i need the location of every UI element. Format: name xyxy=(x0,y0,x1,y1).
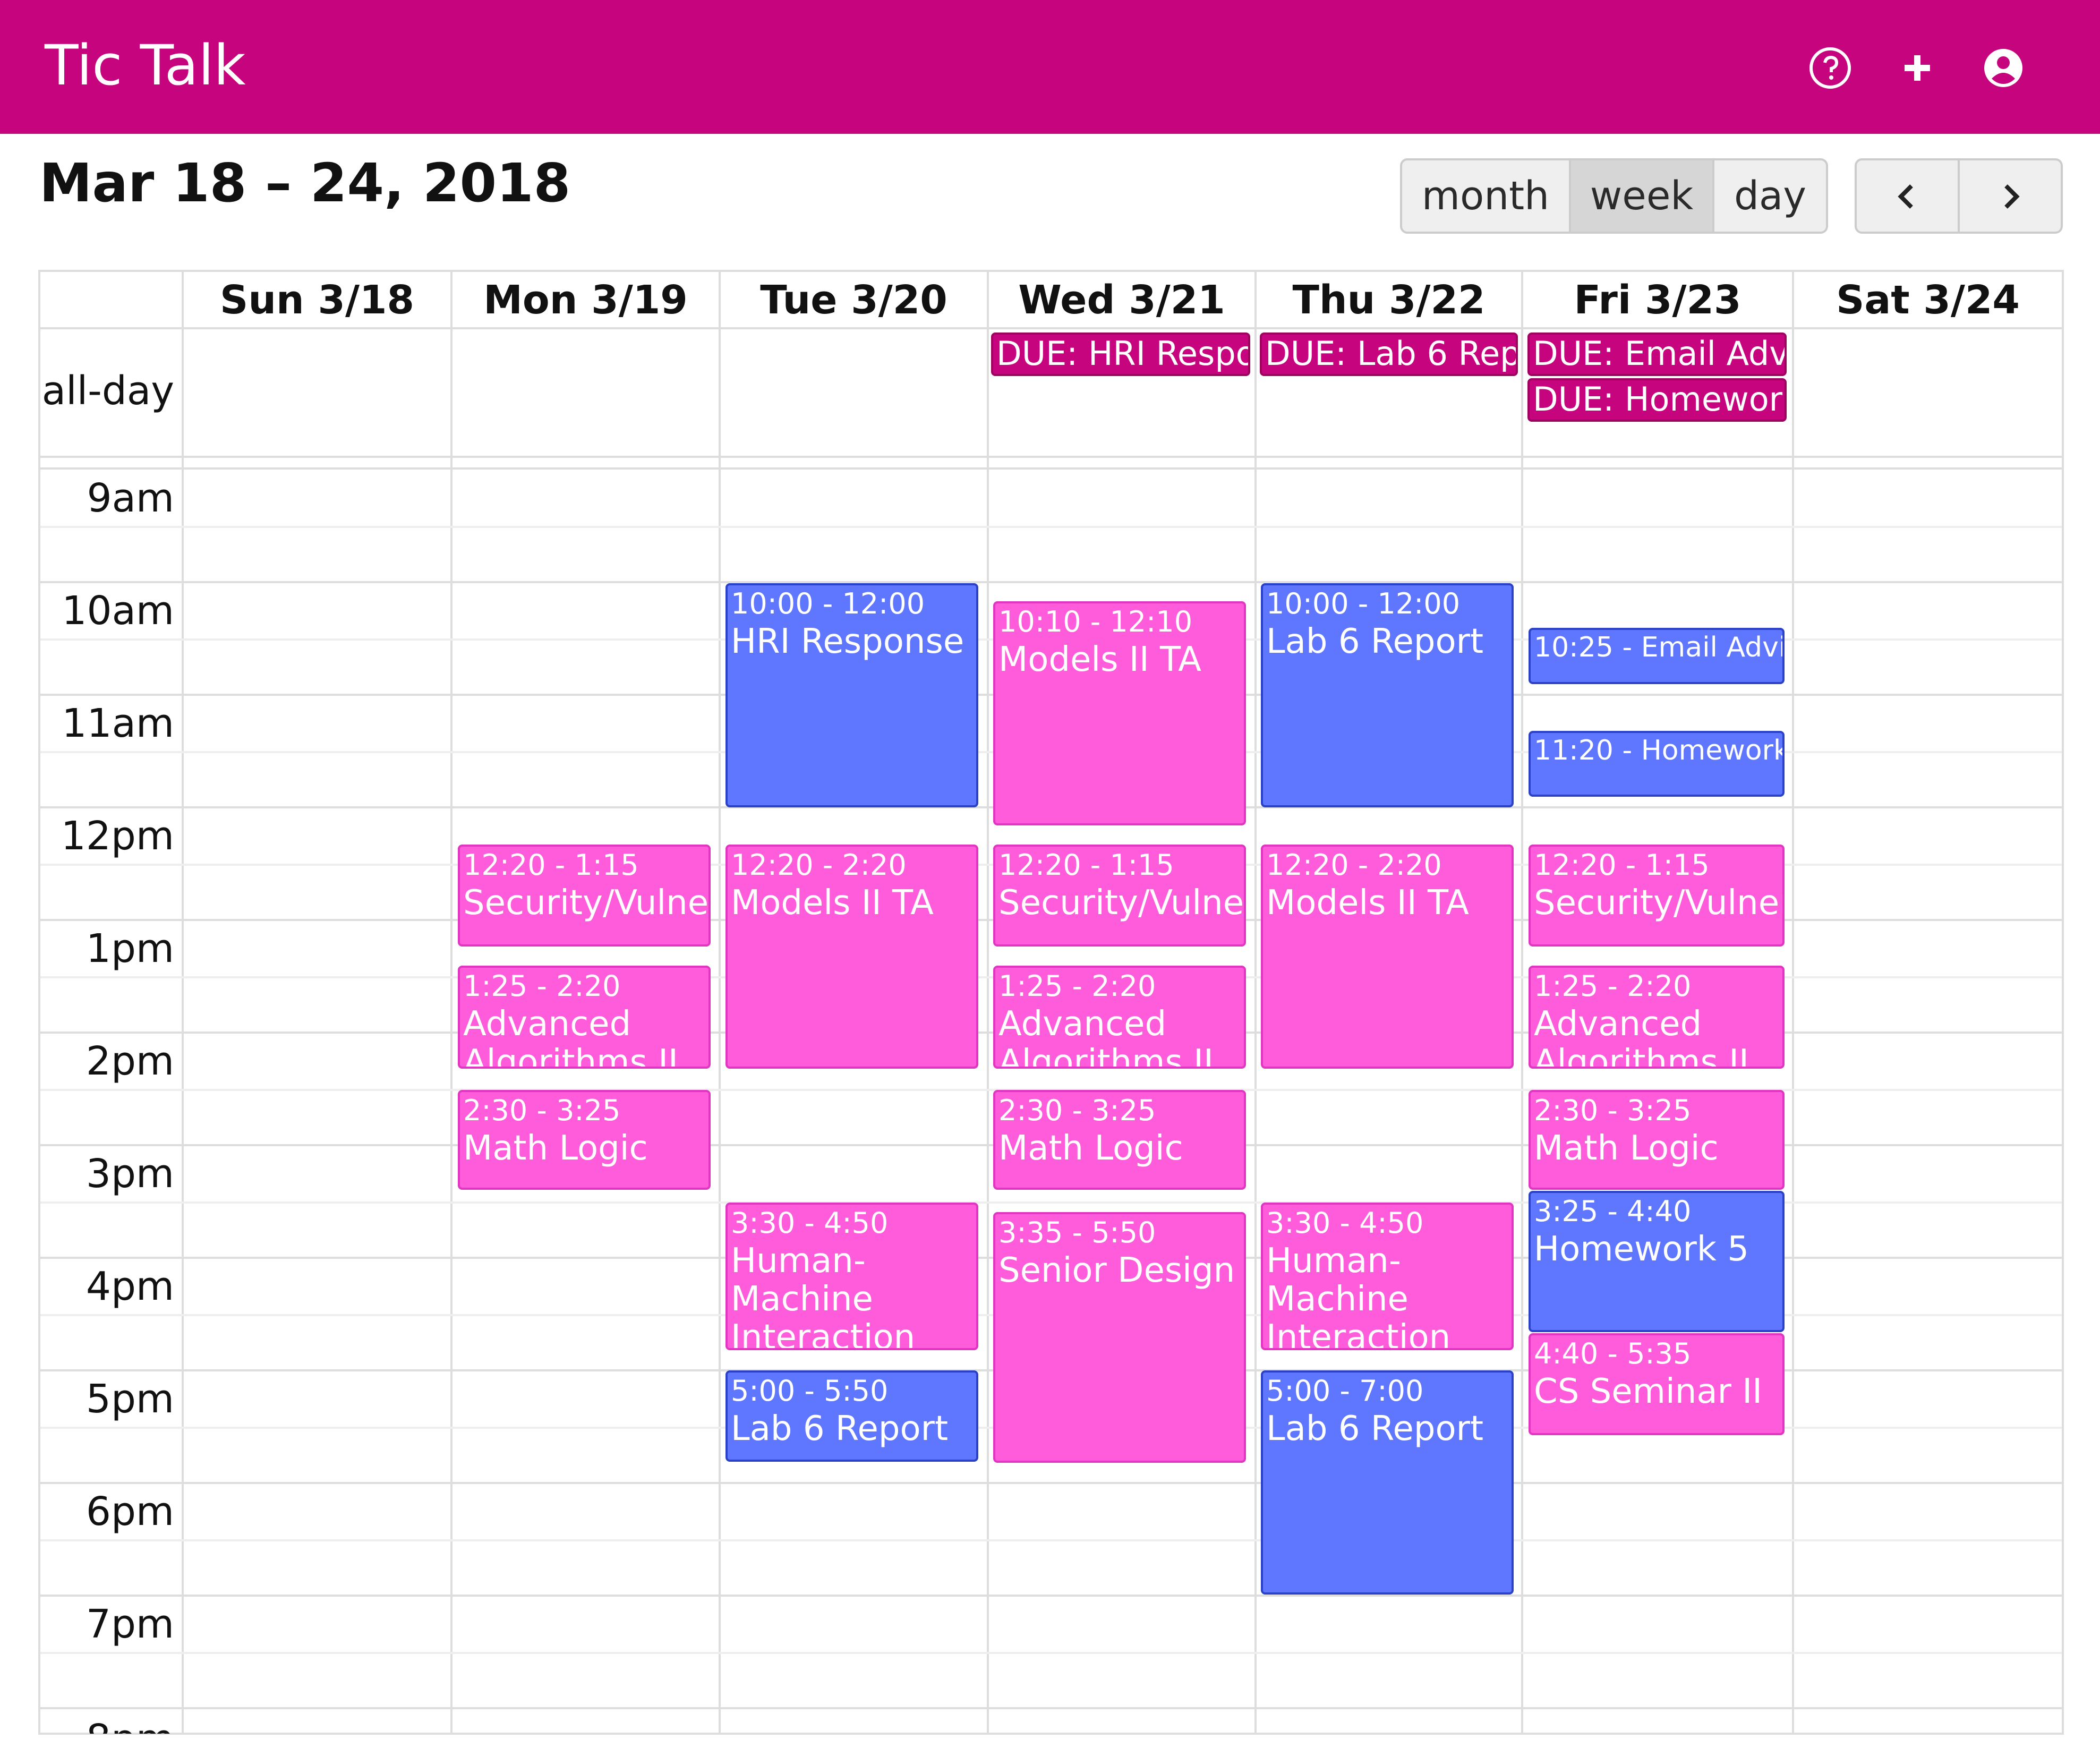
event-title: Models II TA xyxy=(731,883,934,923)
event-title: Lab 6 Report xyxy=(731,1409,949,1448)
event-title: Advanced Algorithms II xyxy=(998,1004,1214,1069)
time-label: 7pm xyxy=(86,1601,174,1647)
event-title: Math Logic xyxy=(1534,1129,1719,1168)
time-label: 11am xyxy=(62,701,174,746)
event-time: 12:20 - 1:15 xyxy=(998,848,1174,882)
all-day-event[interactable]: DUE: Email Advi xyxy=(1527,333,1787,376)
time-label: 12pm xyxy=(61,813,174,859)
event-time: 12:20 - 2:20 xyxy=(1266,848,1442,882)
calendar-event[interactable]: 10:00 - 12:00 HRI Response xyxy=(725,583,978,807)
event-time: 2:30 - 3:25 xyxy=(998,1094,1156,1127)
event-time: 10:00 - 12:00 xyxy=(1266,587,1461,620)
calendar-event[interactable]: 3:25 - 4:40 Homework 5 xyxy=(1529,1191,1785,1332)
calendar-event[interactable]: 5:00 - 7:00 Lab 6 Report xyxy=(1261,1370,1514,1595)
event-title: Models II TA xyxy=(998,640,1201,679)
calendar-event[interactable]: 2:30 - 3:25 Math Logic xyxy=(993,1090,1246,1190)
event-time: 10:00 - 12:00 xyxy=(731,587,925,620)
all-day-event[interactable]: DUE: HRI Respo xyxy=(991,333,1250,376)
event-time: 12:20 - 2:20 xyxy=(731,848,907,882)
event-title: Security/Vulnera xyxy=(998,883,1244,923)
event-title: Math Logic xyxy=(998,1129,1183,1168)
event-time: 2:30 - 3:25 xyxy=(1534,1094,1692,1127)
day-header-tue: Tue 3/20 xyxy=(760,277,947,323)
event-title: CS Seminar II xyxy=(1534,1372,1762,1411)
event-time: 3:30 - 4:50 xyxy=(1266,1206,1424,1240)
event-time: 10:25 - xyxy=(1534,632,1633,663)
event-title: Human-Machine Interaction xyxy=(1266,1241,1451,1350)
event-time: 3:30 - 4:50 xyxy=(731,1206,889,1240)
event-time: 4:40 - 5:35 xyxy=(1534,1337,1692,1370)
calendar-event[interactable]: 3:30 - 4:50 Human-Machine Interaction xyxy=(725,1203,978,1350)
time-label: 8pm xyxy=(40,1712,174,1734)
calendar-event[interactable]: 3:35 - 5:50 Senior Design II xyxy=(993,1212,1246,1463)
time-label: 1pm xyxy=(86,926,174,971)
event-time: 1:25 - 2:20 xyxy=(1534,969,1692,1003)
calendar-event[interactable]: 12:20 - 2:20 Models II TA xyxy=(1261,845,1514,1069)
event-time: 11:20 - xyxy=(1534,735,1633,766)
event-time-inline: 10:25 - Email Adviso xyxy=(1534,630,1782,665)
all-day-event[interactable]: DUE: Lab 6 Repo xyxy=(1260,333,1518,376)
event-title: Advanced Algorithms II xyxy=(1534,1004,1749,1069)
event-title: Lab 6 Report xyxy=(1266,622,1484,661)
time-label: 6pm xyxy=(86,1489,174,1535)
event-title: Security/Vulnera xyxy=(1534,883,1782,923)
calendar-app: Tic Talk Mar 18 – 24, 2018 month week da… xyxy=(0,0,2100,1756)
event-time: 3:35 - 5:50 xyxy=(998,1216,1156,1249)
event-time: 5:00 - 5:50 xyxy=(731,1374,889,1408)
day-header-thu: Thu 3/22 xyxy=(1292,277,1486,323)
day-header-mon: Mon 3/19 xyxy=(483,277,688,323)
time-label: 10am xyxy=(62,588,174,634)
event-time: 10:10 - 12:10 xyxy=(998,605,1193,638)
calendar-event[interactable]: 10:25 - Email Adviso xyxy=(1529,628,1785,684)
event-time: 1:25 - 2:20 xyxy=(463,969,621,1003)
day-header-wed: Wed 3/21 xyxy=(1018,277,1225,323)
calendar-event[interactable]: 12:20 - 1:15 Security/Vulnera xyxy=(458,845,711,947)
calendar-event[interactable]: 10:00 - 12:00 Lab 6 Report xyxy=(1261,583,1514,807)
time-label: 2pm xyxy=(86,1038,174,1084)
calendar-event[interactable]: 2:30 - 3:25 Math Logic xyxy=(458,1090,711,1190)
event-title: Models II TA xyxy=(1266,883,1469,923)
time-label: 3pm xyxy=(86,1151,174,1197)
day-header-sat: Sat 3/24 xyxy=(1836,277,2020,323)
time-label: 4pm xyxy=(86,1264,174,1309)
event-title: HRI Response xyxy=(731,622,964,661)
calendar-event[interactable]: 1:25 - 2:20 Advanced Algorithms II xyxy=(1529,966,1785,1069)
event-title: Math Logic xyxy=(463,1129,648,1168)
event-title: Human-Machine Interaction xyxy=(731,1241,916,1350)
event-time: 3:25 - 4:40 xyxy=(1534,1195,1692,1228)
calendar-event[interactable]: 12:20 - 1:15 Security/Vulnera xyxy=(1529,845,1785,947)
event-title: Advanced Algorithms II xyxy=(463,1004,678,1069)
event-title: Security/Vulnera xyxy=(463,883,709,923)
event-title: Lab 6 Report xyxy=(1266,1409,1484,1448)
all-day-label: all-day xyxy=(41,368,174,414)
event-title: Email Adviso xyxy=(1641,632,1782,663)
all-day-event[interactable]: DUE: Homework xyxy=(1527,378,1787,422)
calendar-event[interactable]: 11:20 - Homework 5 xyxy=(1529,731,1785,797)
calendar-event[interactable]: 1:25 - 2:20 Advanced Algorithms II xyxy=(458,966,711,1069)
event-time: 2:30 - 3:25 xyxy=(463,1094,621,1127)
day-header-fri: Fri 3/23 xyxy=(1574,277,1742,323)
event-time: 12:20 - 1:15 xyxy=(1534,848,1710,882)
day-header-sun: Sun 3/18 xyxy=(220,277,414,323)
calendar-event[interactable]: 5:00 - 5:50 Lab 6 Report xyxy=(725,1370,978,1462)
time-label: 9am xyxy=(87,475,174,521)
calendar-event[interactable]: 3:30 - 4:50 Human-Machine Interaction xyxy=(1261,1203,1514,1350)
calendar-event[interactable]: 12:20 - 1:15 Security/Vulnera xyxy=(993,845,1246,947)
calendar-event[interactable]: 1:25 - 2:20 Advanced Algorithms II xyxy=(993,966,1246,1069)
event-title: Homework 5 xyxy=(1534,1230,1749,1269)
calendar-event[interactable]: 10:10 - 12:10 Models II TA xyxy=(993,601,1246,825)
calendar-event[interactable]: 2:30 - 3:25 Math Logic xyxy=(1529,1090,1785,1190)
event-title: Homework 5 xyxy=(1641,735,1785,766)
calendar-event[interactable]: 4:40 - 5:35 CS Seminar II xyxy=(1529,1333,1785,1435)
event-time: 12:20 - 1:15 xyxy=(463,848,639,882)
event-time: 5:00 - 7:00 xyxy=(1266,1374,1424,1408)
event-time: 1:25 - 2:20 xyxy=(998,969,1156,1003)
time-label: 5pm xyxy=(86,1376,174,1422)
event-title: Senior Design II xyxy=(998,1251,1246,1290)
event-time-inline: 11:20 - Homework 5 xyxy=(1534,733,1782,768)
calendar-event[interactable]: 12:20 - 2:20 Models II TA xyxy=(725,845,978,1069)
